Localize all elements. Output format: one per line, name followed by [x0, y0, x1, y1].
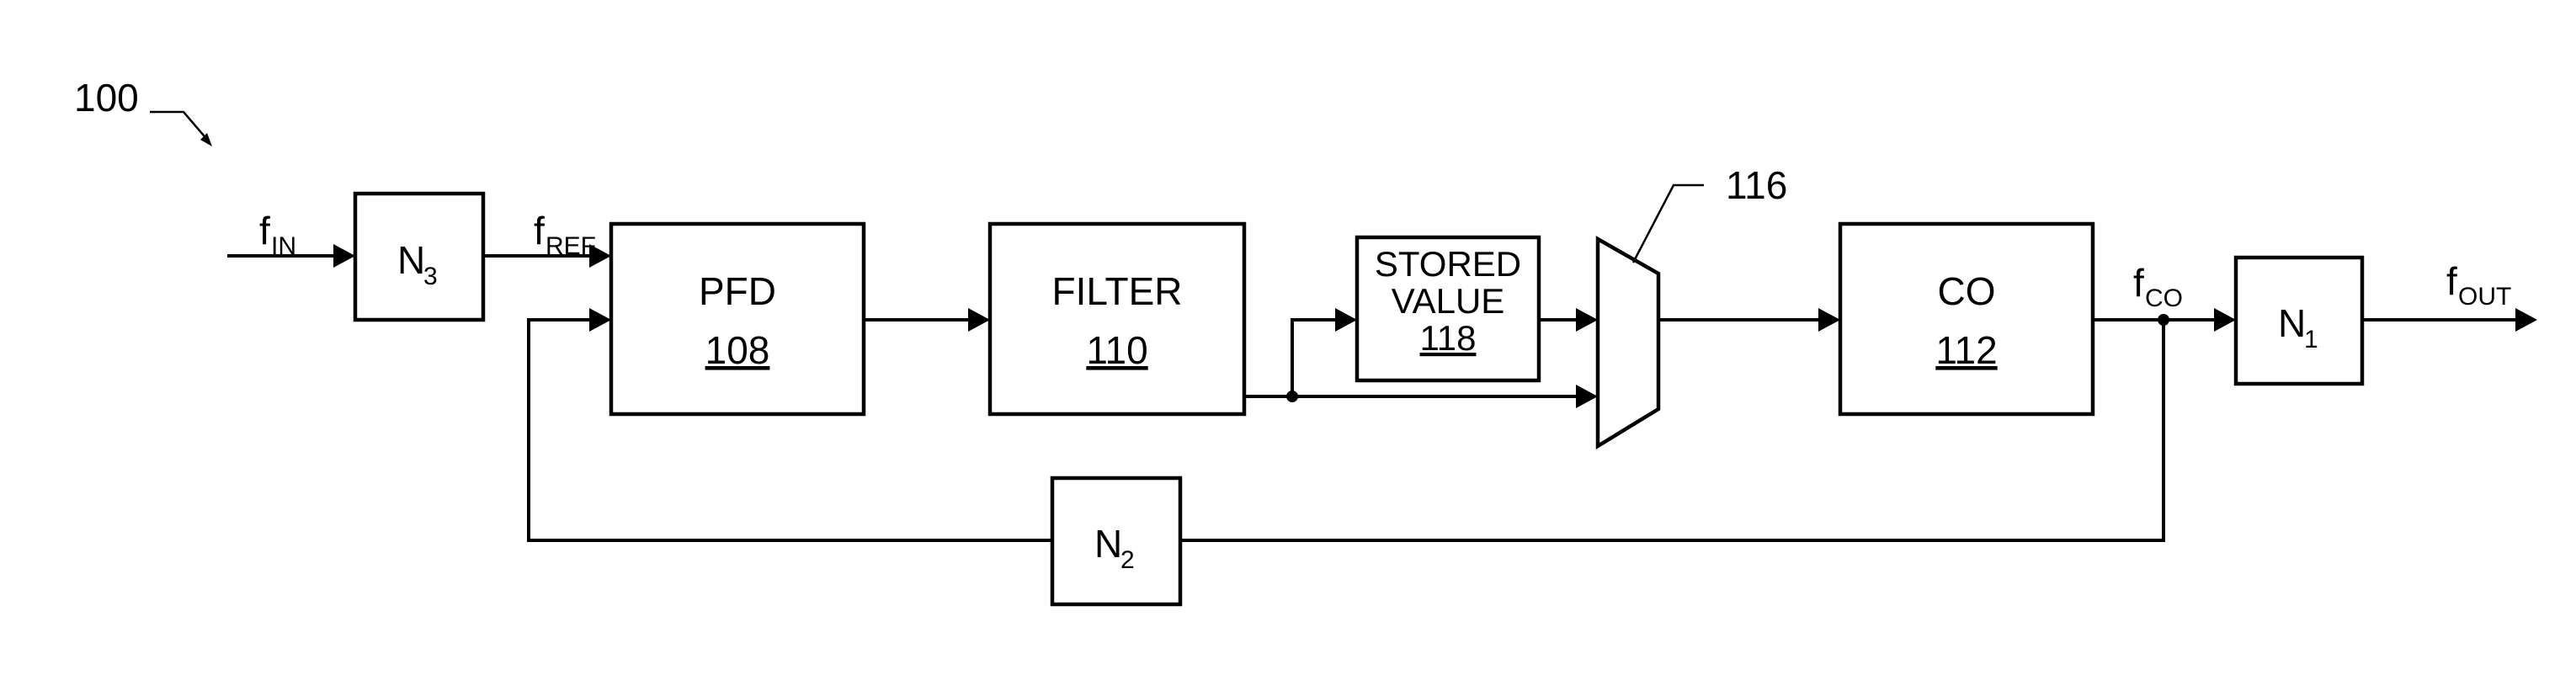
- filter-to-mux-arrowhead: [1576, 385, 1598, 408]
- svg-text:f: f: [534, 209, 545, 252]
- stored-value-label-line2: VALUE: [1392, 281, 1505, 321]
- pfd-to-filter-arrowhead: [968, 308, 990, 332]
- filter-ref: 110: [1086, 328, 1147, 372]
- svg-text:REF: REF: [546, 232, 596, 260]
- signal-f-ref-label: f REF: [534, 209, 596, 260]
- mux-reference-leader: [1631, 183, 1704, 263]
- junction-dot-fco: [2158, 314, 2169, 326]
- pfd-ref: 108: [705, 328, 770, 372]
- svg-text:1: 1: [2304, 326, 2318, 353]
- stored-value-ref: 118: [1420, 318, 1477, 358]
- mux-reference: 116: [1726, 163, 1787, 207]
- filter-to-stored-wire: [1291, 318, 1337, 396]
- svg-text:3: 3: [423, 263, 438, 290]
- f-in-arrowhead: [333, 244, 355, 268]
- pfd-label: PFD: [699, 269, 776, 313]
- stored-to-mux-arrowhead: [1576, 308, 1598, 332]
- co-ref: 112: [1935, 328, 1997, 372]
- svg-text:N: N: [397, 238, 425, 282]
- filter-to-stored-arrowhead: [1335, 308, 1357, 332]
- signal-f-co-label: f CO: [2133, 261, 2183, 312]
- svg-text:OUT: OUT: [2458, 283, 2511, 311]
- mux-to-co-arrowhead: [1818, 308, 1840, 332]
- feedback-arrowhead: [589, 308, 611, 332]
- svg-text:f: f: [2446, 259, 2457, 303]
- svg-text:CO: CO: [2145, 284, 2183, 312]
- filter-block: [987, 221, 1247, 417]
- pll-block-diagram: 100 f IN N 3 f REF PFD 108 FILTER 110 ST…: [74, 76, 2537, 607]
- signal-f-out-label: f OUT: [2446, 259, 2511, 311]
- multiplexer-116: [1595, 236, 1661, 450]
- co-block: [1838, 221, 2095, 417]
- f-co-arrowhead: [2214, 308, 2236, 332]
- pfd-block: [609, 221, 866, 417]
- co-label: CO: [1938, 269, 1996, 313]
- figure-reference-leader: [150, 110, 210, 142]
- signal-f-in-label: f IN: [259, 209, 296, 260]
- svg-text:f: f: [2133, 261, 2144, 305]
- stored-value-label-line1: STORED: [1375, 244, 1521, 284]
- filter-label: FILTER: [1051, 269, 1182, 313]
- f-out-arrowhead: [2515, 308, 2537, 332]
- svg-text:N: N: [1094, 522, 1122, 566]
- svg-text:2: 2: [1120, 546, 1135, 574]
- svg-text:f: f: [259, 209, 270, 252]
- svg-text:N: N: [2278, 301, 2306, 345]
- figure-reference: 100: [74, 76, 139, 120]
